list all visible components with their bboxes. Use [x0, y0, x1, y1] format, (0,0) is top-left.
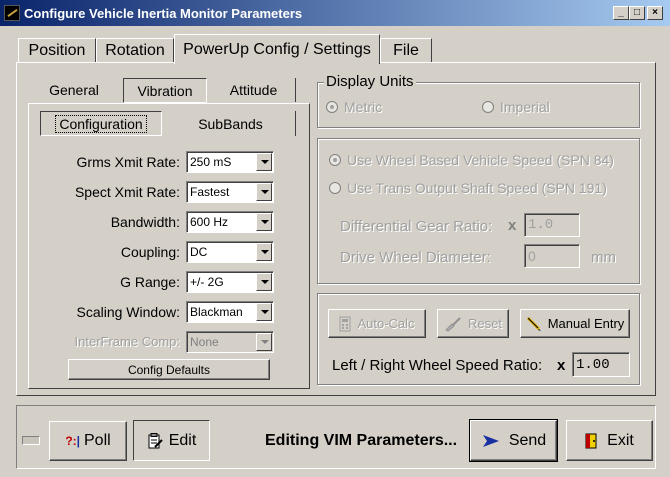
exit-button[interactable]: Exit: [566, 420, 653, 461]
subtab-general[interactable]: General: [36, 78, 112, 102]
tab-rotation[interactable]: Rotation: [96, 38, 174, 62]
gear-ratio-input[interactable]: 1.0: [524, 213, 580, 237]
auto-calc-button[interactable]: Auto-Calc: [328, 309, 426, 338]
chevron-down-icon[interactable]: [256, 273, 272, 291]
scaling-window-label: Scaling Window:: [76, 304, 181, 320]
config-defaults-button[interactable]: Config Defaults: [68, 359, 270, 380]
manual-entry-button[interactable]: Manual Entry: [520, 309, 630, 338]
minimize-button[interactable]: _: [613, 6, 629, 20]
vibration-form: Grms Xmit Rate: 250 mS Spect Xmit Rate: …: [30, 140, 308, 386]
spect-xmit-rate-select[interactable]: Fastest: [186, 181, 274, 203]
tab-file[interactable]: File: [380, 38, 432, 62]
pencil-icon: [526, 316, 541, 331]
tab-powerup-config[interactable]: PowerUp Config / Settings: [174, 34, 380, 64]
g-range-select[interactable]: +/- 2G: [186, 271, 274, 293]
wheel-diameter-unit: mm: [591, 249, 616, 266]
coupling-select[interactable]: DC: [186, 241, 274, 263]
chevron-down-icon[interactable]: [256, 153, 272, 171]
edit-button[interactable]: Edit: [133, 420, 210, 461]
app-icon[interactable]: [4, 5, 20, 21]
wheel-speed-ratio-prefix: x: [557, 357, 566, 374]
title-bar[interactable]: Configure Vehicle Inertia Monitor Parame…: [0, 0, 670, 26]
exit-door-icon: [585, 433, 597, 448]
radio-imperial[interactable]: Imperial: [482, 99, 550, 115]
gear-ratio-prefix: x: [508, 217, 517, 234]
chevron-down-icon[interactable]: [256, 183, 272, 201]
display-units-title: Display Units: [324, 73, 416, 90]
gear-ratio-label: Differential Gear Ratio:: [340, 218, 493, 235]
subtab-attitude[interactable]: Attitude: [212, 78, 296, 102]
chevron-down-icon[interactable]: [256, 303, 272, 321]
subtab-subbands[interactable]: SubBands: [166, 111, 296, 136]
send-button[interactable]: Send: [469, 419, 558, 462]
wheel-speed-ratio-label: Left / Right Wheel Speed Ratio:: [332, 357, 543, 374]
send-arrow-icon: [482, 434, 499, 447]
bandwidth-label: Bandwidth:: [110, 214, 180, 230]
wheel-speed-ratio-input[interactable]: 1.00: [572, 352, 630, 377]
radio-icon: [329, 154, 341, 166]
grms-xmit-rate-select[interactable]: 250 mS: [186, 151, 274, 173]
maximize-button[interactable]: □: [629, 6, 645, 20]
reset-button[interactable]: Reset: [437, 309, 509, 338]
wheel-diameter-input[interactable]: 0: [524, 244, 580, 268]
wheel-diameter-label: Drive Wheel Diameter:: [340, 249, 491, 266]
calculator-icon: [339, 316, 351, 331]
window-title: Configure Vehicle Inertia Monitor Parame…: [24, 5, 303, 21]
edit-clipboard-icon: [148, 432, 163, 448]
poll-icon: ?:|: [65, 434, 80, 448]
radio-wheel-based-speed[interactable]: Use Wheel Based Vehicle Speed (SPN 84): [329, 152, 614, 168]
coupling-label: Coupling:: [120, 244, 180, 260]
radio-icon: [482, 101, 494, 113]
interframe-comp-select[interactable]: None: [186, 331, 274, 353]
spect-xmit-rate-label: Spect Xmit Rate:: [74, 184, 180, 200]
chevron-down-icon[interactable]: [256, 243, 272, 261]
subtab-vibration[interactable]: Vibration: [123, 78, 207, 103]
tab-position[interactable]: Position: [18, 38, 96, 62]
reset-brush-icon: [445, 316, 461, 332]
scaling-window-select[interactable]: Blackman: [186, 301, 274, 323]
radio-trans-output-speed[interactable]: Use Trans Output Shaft Speed (SPN 191): [329, 180, 607, 196]
poll-button[interactable]: ?:| Poll: [49, 421, 127, 461]
radio-icon: [326, 101, 338, 113]
subtab-configuration[interactable]: Configuration: [40, 111, 162, 136]
interframe-comp-label: InterFrame Comp:: [74, 334, 180, 349]
status-text: Editing VIM Parameters...: [265, 432, 458, 449]
g-range-label: G Range:: [120, 274, 180, 290]
grms-xmit-rate-label: Grms Xmit Rate:: [76, 154, 180, 170]
chevron-down-icon[interactable]: [256, 333, 272, 351]
radio-metric[interactable]: Metric: [326, 99, 382, 115]
bandwidth-select[interactable]: 600 Hz: [186, 211, 274, 233]
status-led: [22, 436, 40, 445]
chevron-down-icon[interactable]: [256, 213, 272, 231]
radio-icon: [329, 182, 341, 194]
close-button[interactable]: ×: [647, 6, 663, 20]
